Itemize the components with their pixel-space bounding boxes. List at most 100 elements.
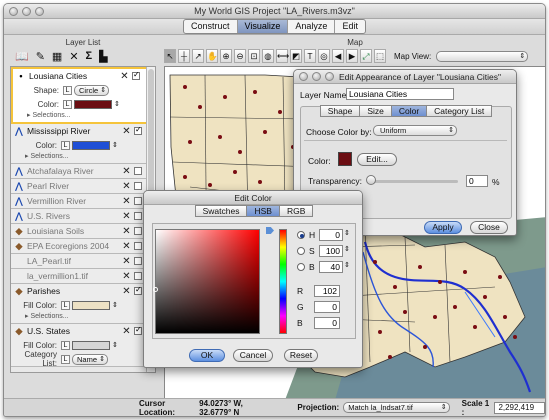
layer-prop-popup[interactable]: Circle <box>74 84 110 96</box>
minimize-window-button[interactable] <box>22 7 31 16</box>
remove-layer-icon[interactable]: ✕ <box>122 181 131 192</box>
layer-visibility-checkbox[interactable] <box>134 272 142 280</box>
globe-icon[interactable]: ◍ <box>262 49 274 63</box>
hue-slider[interactable] <box>279 229 287 334</box>
dialog-close-button[interactable] <box>299 72 308 81</box>
layer-item[interactable]: ⋀ U.S. Rivers ✕ <box>11 209 148 224</box>
remove-layer-icon[interactable]: ✕ <box>122 241 131 252</box>
layer-item[interactable]: ⋀ Pearl River ✕ <box>11 179 148 194</box>
stepper-icon[interactable]: ⇕ <box>114 100 120 108</box>
stepper-icon[interactable]: ⇕ <box>112 141 118 149</box>
layer-item[interactable]: ⋀ Mississippi River ✕ Color: L ⇕ ▸ Selections.… <box>11 124 148 164</box>
sum-icon[interactable]: Σ <box>86 50 93 62</box>
zoom-window-button[interactable] <box>35 7 44 16</box>
color-swatch[interactable] <box>74 99 112 109</box>
buffer-icon[interactable]: ◎ <box>318 49 330 63</box>
tab-color[interactable]: Color <box>390 105 427 117</box>
pointer-icon[interactable]: ↖ <box>164 49 176 63</box>
remove-layer-icon[interactable]: ✕ <box>122 126 131 137</box>
layer-visibility-checkbox[interactable] <box>134 285 142 295</box>
legend-icon[interactable]: L <box>63 99 72 109</box>
remove-layer-icon[interactable]: ✕ <box>122 211 131 222</box>
stepper-icon[interactable]: ⇕ <box>344 245 350 253</box>
remove-layer-icon[interactable]: ✕ <box>122 166 131 177</box>
rgb-input-b[interactable] <box>314 317 340 329</box>
layer-prop-popup[interactable]: Name <box>72 353 109 365</box>
layer-visibility-checkbox[interactable] <box>134 227 142 235</box>
layer-item[interactable]: ◆ EPA Ecoregions 2004 ✕ <box>11 239 148 254</box>
region-icon[interactable]: ◩ <box>290 49 302 63</box>
color-swatch[interactable] <box>72 140 110 150</box>
layer-item[interactable]: ⋀ Vermillion River ✕ <box>11 194 148 209</box>
saturation-brightness-field[interactable] <box>155 229 260 334</box>
dialog-zoom-button[interactable] <box>325 72 334 81</box>
zoom-out-icon[interactable]: ⊖ <box>234 49 246 63</box>
mode-edit[interactable]: Edit <box>335 20 365 33</box>
edit-layer-icon[interactable]: ✎ <box>36 50 45 63</box>
edit-color-button[interactable]: Edit... <box>357 153 397 166</box>
tab-size[interactable]: Size <box>359 105 391 117</box>
remove-layer-icon[interactable]: ✕ <box>120 71 129 82</box>
legend-icon[interactable]: L <box>61 340 70 350</box>
text-icon[interactable]: T <box>304 49 316 63</box>
fit-icon[interactable]: ⤢ <box>360 49 372 63</box>
layer-visibility-checkbox[interactable] <box>134 182 142 190</box>
arrow-icon[interactable]: ↗ <box>192 49 204 63</box>
legend-icon[interactable]: L <box>63 85 72 95</box>
layer-item[interactable]: • Lousiana Cities ✕ Shape: LCircle Color: L ⇕ ▸ … <box>11 67 148 124</box>
remove-icon[interactable]: ✕ <box>69 50 78 63</box>
mode-visualize[interactable]: Visualize <box>237 20 289 33</box>
layer-name-input[interactable] <box>346 88 454 100</box>
layer-item[interactable]: ◆ Louisiana Soils ✕ <box>11 224 148 239</box>
ok-button[interactable]: OK <box>189 349 225 362</box>
zoom-in-icon[interactable]: ⊕ <box>220 49 232 63</box>
reset-button[interactable]: Reset <box>284 349 318 362</box>
chart-icon[interactable]: ▙ <box>99 50 107 63</box>
layer-visibility-checkbox[interactable] <box>134 242 142 250</box>
stepper-icon[interactable]: ⇕ <box>344 261 350 269</box>
layer-item[interactable]: LA_Pearl.tif ✕ <box>11 254 148 269</box>
remove-layer-icon[interactable]: ✕ <box>122 256 131 267</box>
close-button[interactable]: Close <box>470 221 508 234</box>
layer-visibility-checkbox[interactable] <box>134 167 142 175</box>
choose-color-popup[interactable]: Uniform <box>373 125 457 136</box>
hsb-radio-h[interactable] <box>297 231 305 239</box>
open-book-icon[interactable]: 📖 <box>15 50 29 63</box>
layer-visibility-checkbox[interactable] <box>134 325 142 335</box>
layer-visibility-checkbox[interactable] <box>134 197 142 205</box>
remove-layer-icon[interactable]: ✕ <box>122 226 131 237</box>
remove-layer-icon[interactable]: ✕ <box>122 286 131 297</box>
selections-disclosure[interactable]: ▸ Selections... <box>11 152 148 163</box>
ruler-icon[interactable]: ⟷ <box>276 49 289 63</box>
hand-icon[interactable]: ✋ <box>206 49 218 63</box>
color-swatch[interactable] <box>72 300 110 310</box>
layer-item[interactable]: ◆ Parishes ✕ Fill Color: L ⇕ ▸ Selections... <box>11 284 148 324</box>
remove-layer-icon[interactable]: ✕ <box>122 326 131 337</box>
layer-visibility-checkbox[interactable] <box>134 125 142 135</box>
table-icon[interactable]: ▦ <box>52 50 62 63</box>
tab-hsb[interactable]: HSB <box>246 205 279 217</box>
tab-shape[interactable]: Shape <box>319 105 360 117</box>
stepper-icon[interactable]: ⇕ <box>112 341 118 349</box>
dialog-minimize-button[interactable] <box>312 72 321 81</box>
mode-construct[interactable]: Construct <box>184 20 238 33</box>
nav-back-icon[interactable]: ◀ <box>332 49 344 63</box>
selections-disclosure[interactable]: ▸ Selections... <box>11 312 148 323</box>
transparency-slider[interactable] <box>370 180 458 183</box>
legend-icon[interactable]: L <box>61 140 70 150</box>
hsb-input-s[interactable] <box>319 245 343 257</box>
tab-swatches[interactable]: Swatches <box>194 205 247 217</box>
layer-item[interactable]: ⋀ Atchafalaya River ✕ <box>11 164 148 179</box>
nav-forward-icon[interactable]: ▶ <box>346 49 358 63</box>
apply-button[interactable]: Apply <box>424 221 462 234</box>
color-swatch[interactable] <box>338 152 352 166</box>
scale-field[interactable]: 2,292,419 <box>494 401 545 414</box>
tab-category-list[interactable]: Category List <box>426 105 493 117</box>
mode-analyze[interactable]: Analyze <box>288 20 336 33</box>
cancel-button[interactable]: Cancel <box>233 349 273 362</box>
legend-icon[interactable]: L <box>61 300 70 310</box>
remove-layer-icon[interactable]: ✕ <box>122 271 131 282</box>
legend-icon[interactable]: L <box>61 354 70 364</box>
hsb-radio-s[interactable] <box>297 247 305 255</box>
select-icon[interactable]: ⬚ <box>374 49 386 63</box>
